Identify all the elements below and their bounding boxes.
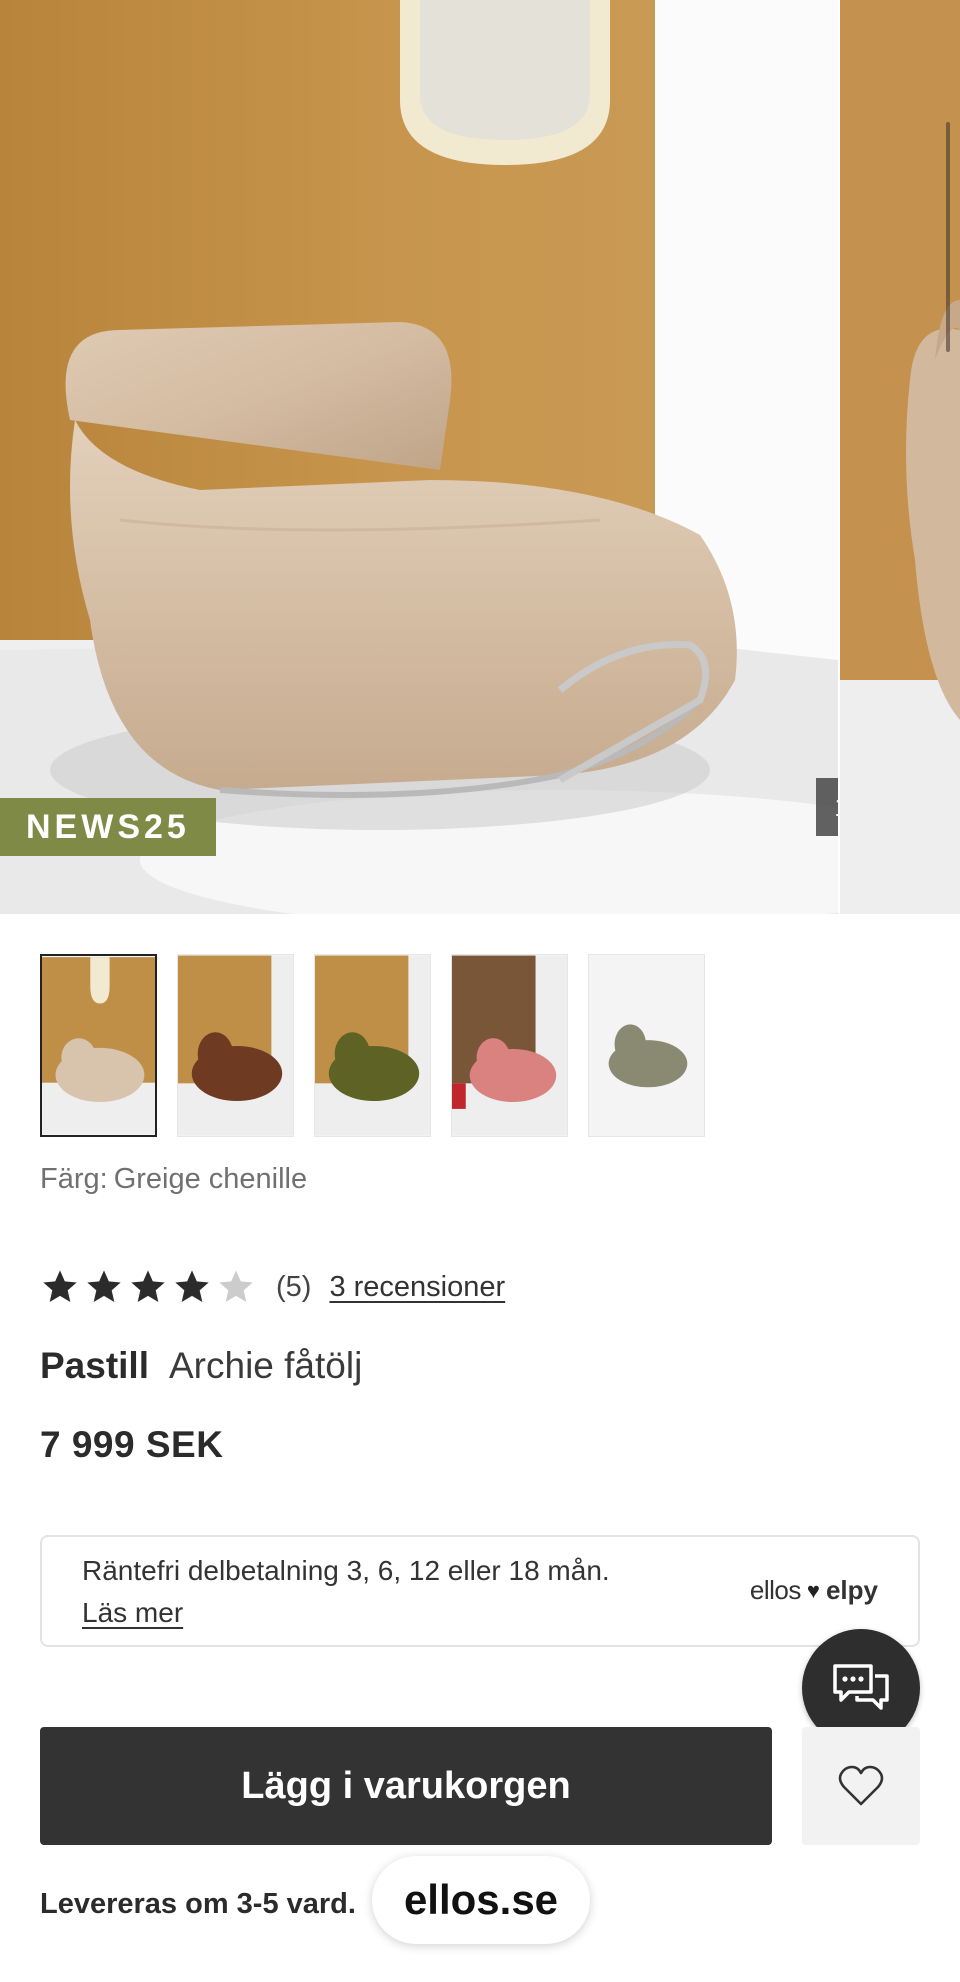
- slide-counter: 1 / 6: [816, 778, 838, 836]
- star-filled-icon: [40, 1267, 80, 1307]
- brand-name[interactable]: Pastill: [40, 1345, 149, 1387]
- wishlist-button[interactable]: [802, 1727, 920, 1845]
- promo-badge: NEWS25: [0, 798, 216, 856]
- rating-row: (5) 3 recensioner: [40, 1263, 505, 1311]
- thumbnail-image: [315, 955, 430, 1136]
- thumbnail-greige[interactable]: [40, 954, 157, 1137]
- thumbnail-image: [42, 957, 155, 1134]
- star-empty-icon: [216, 1267, 256, 1307]
- reviews-link[interactable]: 3 recensioner: [329, 1271, 505, 1304]
- rating-count: (5): [276, 1270, 312, 1303]
- star-filled-icon: [172, 1267, 212, 1307]
- star-filled-icon: [128, 1267, 168, 1307]
- color-value: Greige chenille: [113, 1163, 308, 1195]
- product-price: 7 999 SEK: [40, 1424, 224, 1465]
- star-rating: [40, 1267, 256, 1307]
- read-more-link[interactable]: Läs mer: [82, 1591, 183, 1635]
- star-filled-icon: [84, 1267, 124, 1307]
- thumbnail-pink[interactable]: [451, 954, 568, 1137]
- installment-info-box: Räntefri delbetalning 3, 6, 12 eller 18 …: [40, 1535, 920, 1647]
- thumbnail-grey-green[interactable]: [588, 954, 705, 1137]
- thumbnail-olive[interactable]: [314, 954, 431, 1137]
- color-label: Färg:: [40, 1163, 108, 1195]
- logo-ellos-text: ellos: [749, 1575, 801, 1605]
- thumbnail-image: [589, 955, 704, 1136]
- thumbnail-image: [452, 955, 567, 1136]
- heart-outline-icon: [838, 1765, 884, 1806]
- thumbnail-brown[interactable]: [177, 954, 294, 1137]
- logo-elpy-text: elpy: [825, 1575, 878, 1605]
- product-gallery[interactable]: NEWS25 1 / 6: [0, 0, 960, 914]
- gallery-slide-next-peek[interactable]: [840, 0, 960, 914]
- product-title: Pastill Archie fåtölj: [40, 1345, 362, 1387]
- next-product-image: [840, 0, 960, 914]
- site-url-pill: ellos.se: [372, 1856, 590, 1944]
- selected-color: Färg: Greige chenille: [40, 1163, 307, 1196]
- thumbnail-image: [178, 955, 293, 1136]
- delivery-info: Levereras om 3-5 vard.: [40, 1888, 356, 1920]
- product-name: Archie fåtölj: [169, 1345, 363, 1386]
- product-image-armchair: [0, 0, 838, 914]
- chat-bubbles-icon: [833, 1664, 889, 1710]
- heart-icon: ♥: [806, 1577, 820, 1603]
- thumbnail-strip: [40, 954, 705, 1137]
- add-to-cart-button[interactable]: Lägg i varukorgen: [40, 1727, 772, 1845]
- scroll-indicator: [946, 122, 950, 352]
- gallery-slide-main[interactable]: NEWS25 1 / 6: [0, 0, 838, 914]
- ellos-elpy-logo: ellos ♥ elpy: [750, 1575, 878, 1606]
